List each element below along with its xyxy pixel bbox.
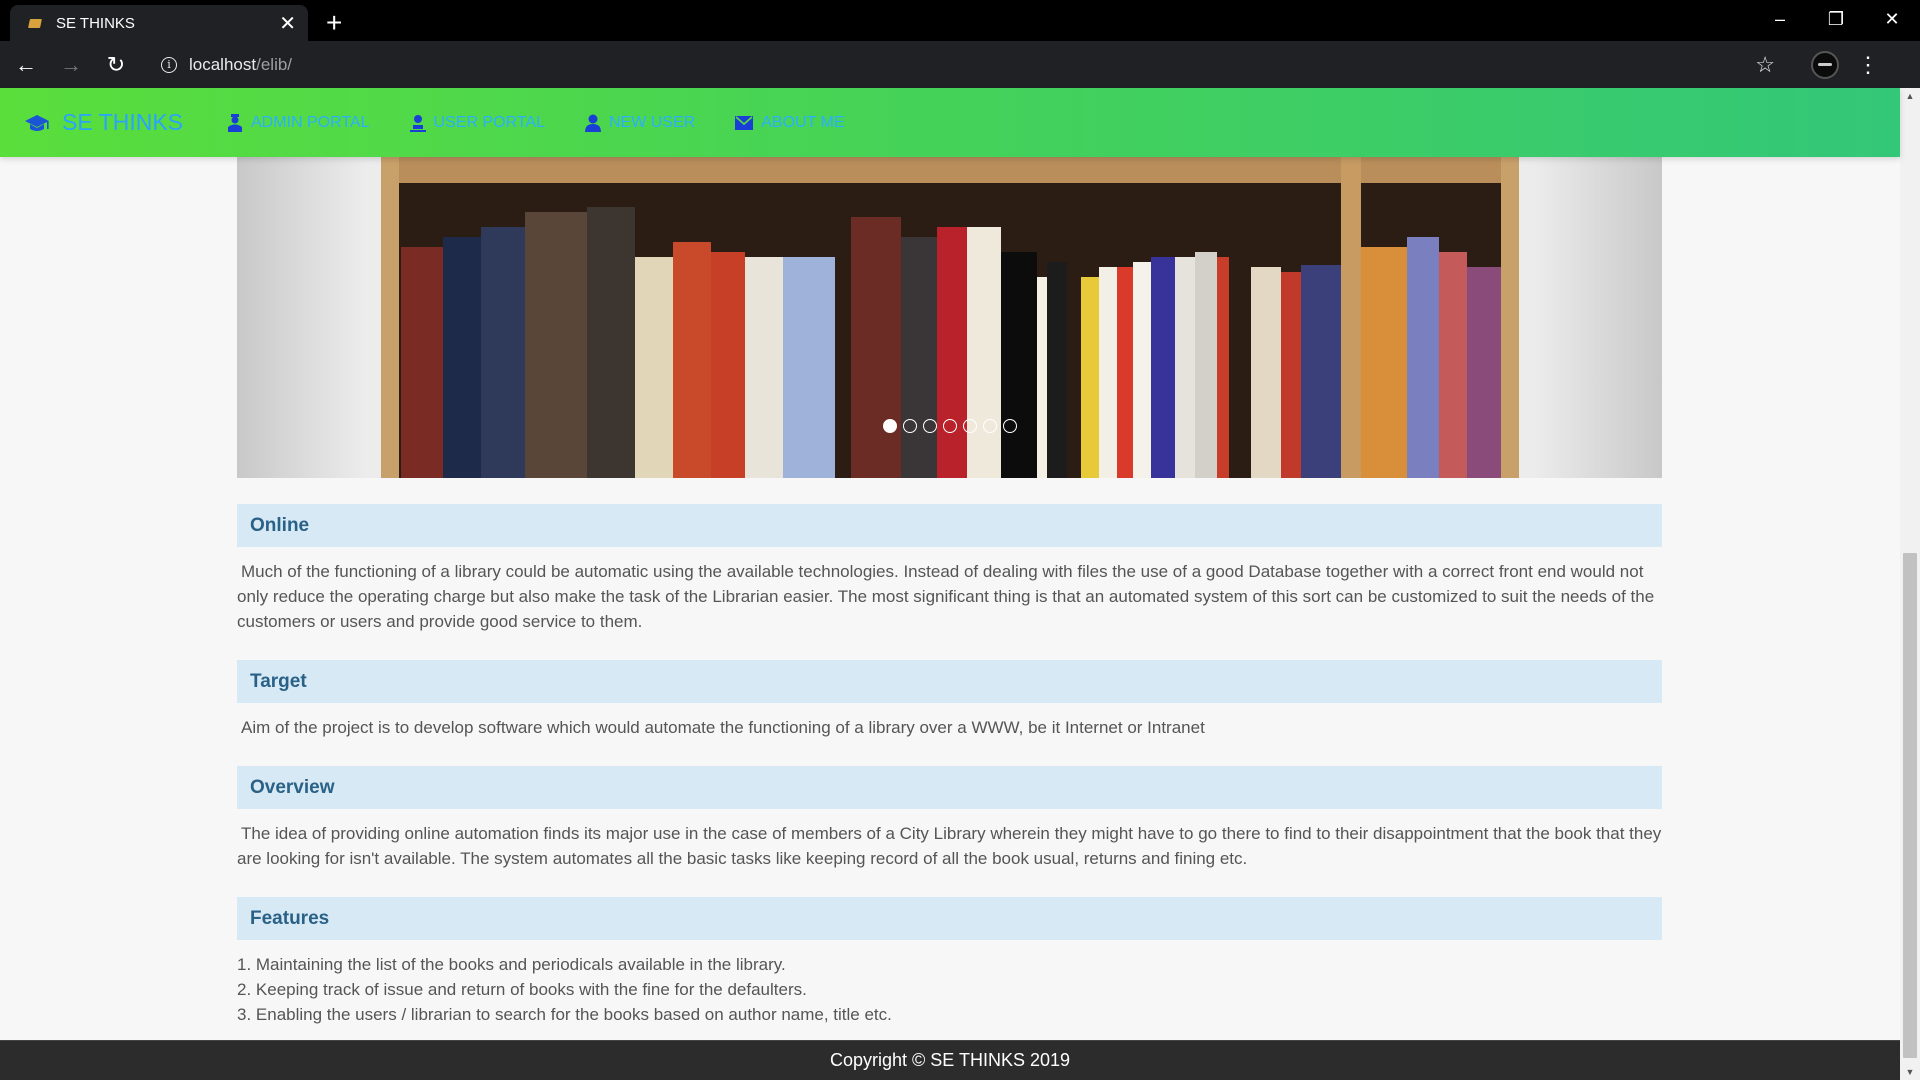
profile-avatar[interactable] bbox=[1811, 50, 1839, 79]
scroll-down-icon[interactable]: ▼ bbox=[1900, 1064, 1920, 1080]
section-heading-online: Online bbox=[237, 504, 1662, 547]
nav-admin-label: ADMIN PORTAL bbox=[251, 113, 370, 131]
carousel-dot[interactable] bbox=[1003, 419, 1017, 433]
scroll-up-icon[interactable]: ▲ bbox=[1900, 88, 1920, 104]
nav-user-label: USER PORTAL bbox=[433, 113, 545, 131]
new-tab-button[interactable]: + bbox=[326, 8, 342, 38]
minimize-icon[interactable]: – bbox=[1752, 0, 1808, 38]
admin-icon bbox=[228, 113, 242, 132]
back-icon[interactable]: ← bbox=[7, 46, 45, 84]
bookshelf-photo bbox=[381, 157, 1519, 478]
url-path: /elib/ bbox=[256, 54, 293, 74]
envelope-icon bbox=[735, 115, 754, 130]
favicon-icon bbox=[28, 16, 44, 30]
nav-admin-portal[interactable]: ADMIN PORTAL bbox=[227, 113, 370, 132]
address-bar[interactable]: i localhost/elib/ ☆ bbox=[147, 46, 1789, 83]
brand-link[interactable]: SE THINKS bbox=[24, 109, 183, 136]
url-host: localhost bbox=[189, 54, 257, 74]
carousel-dot[interactable] bbox=[983, 419, 997, 433]
nav-about-me[interactable]: ABOUT ME bbox=[735, 113, 845, 132]
close-tab-icon[interactable]: ✕ bbox=[279, 11, 296, 36]
window-controls: – ❐ ✕ bbox=[1752, 0, 1920, 38]
brand-title: SE THINKS bbox=[62, 109, 183, 135]
bookmark-star-icon[interactable]: ☆ bbox=[1755, 52, 1775, 78]
features-list: 1. Maintaining the list of the books and… bbox=[237, 952, 1662, 1027]
carousel-dot[interactable] bbox=[963, 419, 977, 433]
reload-icon[interactable]: ↻ bbox=[97, 46, 135, 84]
graduation-cap-icon bbox=[25, 114, 49, 131]
close-window-icon[interactable]: ✕ bbox=[1864, 0, 1920, 38]
page-footer: Copyright © SE THINKS 2019 bbox=[0, 1040, 1900, 1080]
site-navbar: SE THINKS ADMIN PORTAL USER PORTAL NEW U… bbox=[0, 88, 1900, 157]
section-text-online: Much of the functioning of a library cou… bbox=[237, 562, 1655, 631]
section-heading-target: Target bbox=[237, 660, 1662, 703]
section-heading-overview: Overview bbox=[237, 766, 1662, 809]
section-text-overview: The idea of providing online automation … bbox=[237, 824, 1662, 868]
carousel-indicators bbox=[381, 419, 1519, 433]
info-icon[interactable]: i bbox=[161, 56, 177, 73]
copyright-text: Copyright © SE THINKS 2019 bbox=[829, 1050, 1071, 1070]
browser-toolbar: ← → ↻ i localhost/elib/ ☆ ⋮ bbox=[0, 41, 1920, 88]
carousel-dot[interactable] bbox=[923, 419, 937, 433]
browser-tab-strip: SE THINKS ✕ + – ❐ ✕ bbox=[0, 0, 1920, 41]
nav-new-user-label: NEW USER bbox=[608, 113, 696, 131]
browser-menu-icon[interactable]: ⋮ bbox=[1857, 52, 1879, 78]
nav-about-label: ABOUT ME bbox=[761, 113, 845, 131]
carousel-dot[interactable] bbox=[943, 419, 957, 433]
forward-icon[interactable]: → bbox=[52, 46, 90, 84]
section-text-target: Aim of the project is to develop softwar… bbox=[241, 718, 1205, 737]
user-icon bbox=[409, 114, 426, 132]
tab-title: SE THINKS bbox=[56, 14, 135, 32]
browser-tab[interactable]: SE THINKS ✕ bbox=[10, 5, 308, 41]
carousel-dot[interactable] bbox=[903, 419, 917, 433]
restore-icon[interactable]: ❐ bbox=[1808, 0, 1864, 38]
image-carousel[interactable] bbox=[237, 157, 1662, 478]
new-user-icon bbox=[584, 114, 601, 132]
nav-new-user[interactable]: NEW USER bbox=[584, 113, 696, 132]
list-item: 3. Enabling the users / librarian to sea… bbox=[237, 1005, 892, 1024]
carousel-dot[interactable] bbox=[883, 419, 897, 433]
section-heading-features: Features bbox=[237, 897, 1662, 940]
page-scrollbar[interactable]: ▲ ▼ bbox=[1900, 88, 1920, 1080]
nav-user-portal[interactable]: USER PORTAL bbox=[409, 113, 545, 132]
scroll-thumb[interactable] bbox=[1903, 553, 1917, 1058]
list-item: 1. Maintaining the list of the books and… bbox=[237, 955, 786, 974]
list-item: 2. Keeping track of issue and return of … bbox=[237, 980, 807, 999]
